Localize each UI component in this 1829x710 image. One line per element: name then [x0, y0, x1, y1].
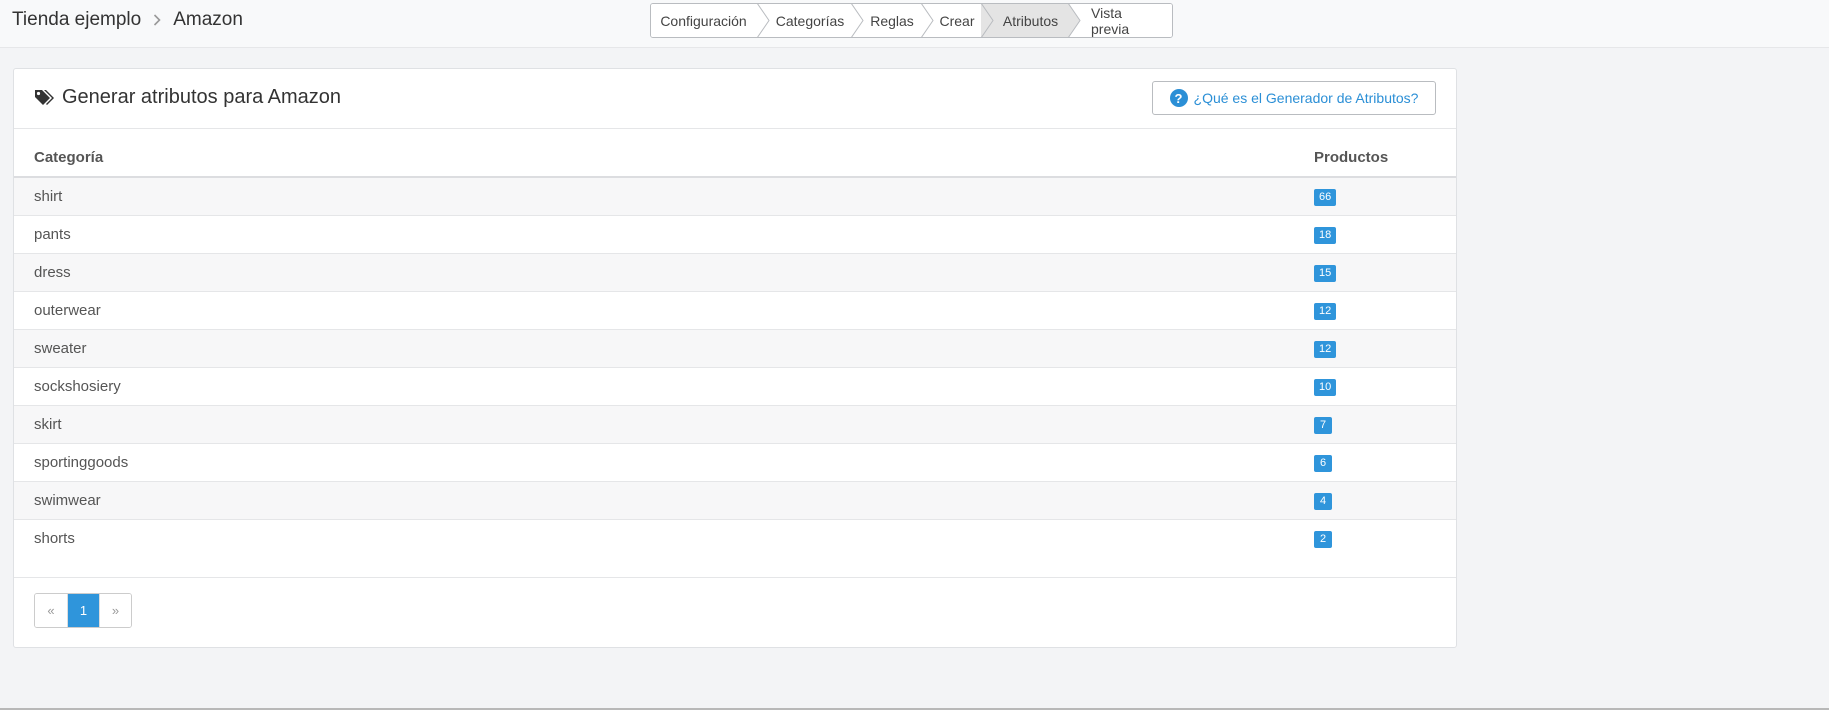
wizard-step-label: Crear	[939, 12, 975, 29]
question-circle-icon: ?	[1169, 89, 1188, 107]
breadcrumb-store[interactable]: Tienda ejemplo	[12, 9, 141, 31]
card-title: Generar atributos para Amazon	[34, 86, 341, 109]
wizard-step-atributos[interactable]: Atributos	[982, 4, 1081, 37]
card-title-text: Generar atributos para Amazon	[62, 86, 342, 108]
products-badge: 7	[1314, 416, 1332, 434]
pagination-prev-button[interactable]: «	[35, 594, 67, 627]
products-badge: 12	[1314, 302, 1337, 320]
wizard-step-label: Vista previa	[1091, 4, 1130, 37]
category-cell: pants	[14, 215, 1314, 254]
card-footer: « 1 »	[14, 577, 1456, 647]
table-row[interactable]: dress 15	[14, 253, 1456, 292]
products-badge: 12	[1314, 340, 1337, 358]
products-badge: 66	[1314, 188, 1337, 206]
table-row[interactable]: swimwear 4	[14, 481, 1456, 520]
card-header: Generar atributos para Amazon ? ¿Qué es …	[14, 69, 1456, 129]
wizard-steps: Configuración Categorías Reglas Crear At…	[650, 3, 1173, 38]
category-cell: sportinggoods	[14, 443, 1314, 482]
wizard-step-configuracion[interactable]: Configuración	[651, 4, 770, 37]
breadcrumb: Tienda ejemplo Amazon	[12, 9, 243, 31]
wizard-step-label: Atributos	[1002, 12, 1059, 29]
category-cell: skirt	[14, 405, 1314, 444]
wizard-step-vista-previa[interactable]: Vista previa	[1069, 4, 1172, 37]
products-badge: 4	[1314, 492, 1332, 510]
products-badge: 6	[1314, 454, 1332, 472]
category-cell: shorts	[34, 529, 75, 547]
attribute-generator-help-button[interactable]: ? ¿Qué es el Generador de Atributos?	[1152, 81, 1436, 115]
products-badge: 2	[1314, 530, 1332, 548]
column-header-products[interactable]: Productos	[1314, 129, 1456, 178]
column-header-category[interactable]: Categoría	[14, 129, 1314, 178]
category-cell: dress	[14, 253, 1314, 292]
category-cell: swimwear	[14, 481, 1314, 520]
products-badge: 18	[1314, 226, 1337, 244]
category-cell: outerwear	[14, 291, 1314, 330]
pagination-page-1[interactable]: 1	[67, 594, 99, 627]
category-cell: shirt	[14, 177, 1314, 216]
pagination: « 1 »	[34, 593, 132, 628]
top-bar: Tienda ejemplo Amazon Configuración Cate…	[0, 0, 1829, 48]
pagination-next-button[interactable]: »	[99, 594, 131, 627]
wizard-step-label: Configuración	[660, 12, 747, 29]
attributes-card: Generar atributos para Amazon ? ¿Qué es …	[13, 68, 1457, 648]
help-button-label: ¿Qué es el Generador de Atributos?	[1193, 90, 1419, 106]
products-badge: 15	[1314, 264, 1337, 282]
table-row[interactable]: pants 18	[14, 215, 1456, 254]
wizard-step-categorias[interactable]: Categorías	[758, 4, 864, 37]
table-row[interactable]: sockshosiery 10	[14, 367, 1456, 406]
breadcrumb-channel: Amazon	[173, 9, 243, 30]
table-row[interactable]: sweater 12	[14, 329, 1456, 368]
categories-table: Categoría Productos shirt 66 pants 18 dr…	[14, 129, 1456, 557]
category-cell: sockshosiery	[14, 367, 1314, 406]
wizard-step-label: Categorías	[775, 12, 845, 29]
category-cell: sweater	[14, 329, 1314, 368]
table-row[interactable]: shorts 2	[14, 519, 1456, 557]
table-row[interactable]: sportinggoods 6	[14, 443, 1456, 482]
tags-icon	[35, 89, 54, 105]
chevron-right-icon	[153, 14, 161, 26]
table-row[interactable]: outerwear 12	[14, 291, 1456, 330]
products-badge: 10	[1314, 378, 1337, 396]
table-row[interactable]: shirt 66	[14, 177, 1456, 216]
wizard-step-label: Reglas	[870, 12, 914, 29]
table-row[interactable]: skirt 7	[14, 405, 1456, 444]
